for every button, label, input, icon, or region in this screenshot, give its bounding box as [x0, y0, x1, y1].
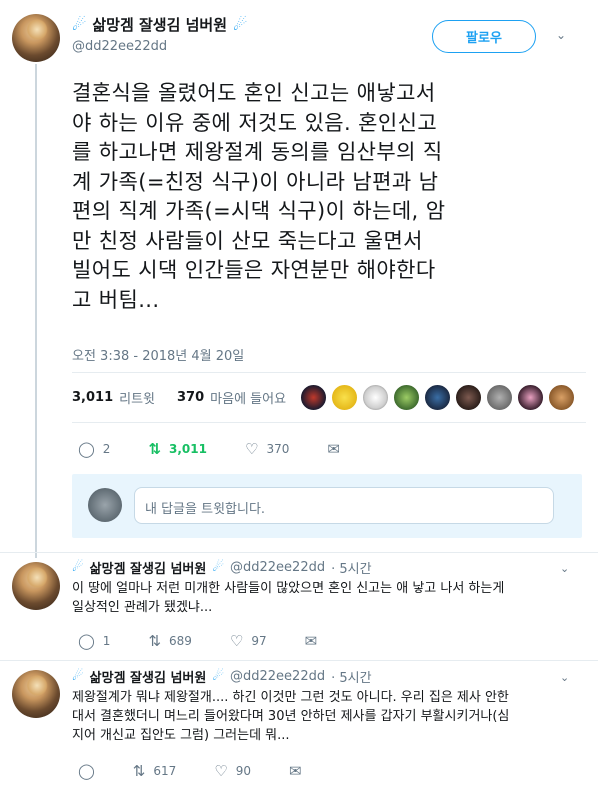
follow-button[interactable]: 팔로우 [432, 20, 536, 53]
chevron-down-icon[interactable]: ⌄ [560, 671, 569, 684]
reply-header: ☄ 삶망겜 잘생김 넘버원 ☄ @dd22ee22dd · 5시간 [72, 667, 372, 686]
liker-avatars [300, 384, 575, 411]
thread-line [35, 64, 37, 558]
heart-icon: ♡ [229, 632, 244, 650]
liker-avatar[interactable] [517, 384, 544, 411]
message-action[interactable]: ✉ [305, 632, 318, 650]
reply-actions: ◯ ⇅ 617 ♡ 90 ✉ [78, 762, 340, 780]
liker-avatar[interactable] [424, 384, 451, 411]
like-action[interactable]: ♡ 97 [230, 632, 267, 650]
liker-avatar[interactable] [486, 384, 513, 411]
envelope-icon: ✉ [327, 440, 340, 458]
feather-icon: ☄ [212, 669, 225, 684]
tweet-timestamp[interactable]: 오전 3:38 - 2018년 4월 20일 [72, 345, 244, 364]
liker-avatar[interactable] [300, 384, 327, 411]
retweet-action[interactable]: ⇅ 689 [148, 632, 191, 650]
envelope-icon: ✉ [304, 632, 318, 650]
reply-action[interactable]: ◯ 1 [78, 632, 110, 650]
retweet-count[interactable]: 3,011 [72, 390, 113, 405]
chevron-down-icon[interactable]: ⌄ [560, 562, 569, 575]
liker-avatar[interactable] [362, 384, 389, 411]
reply-author-handle[interactable]: @dd22ee22dd [230, 669, 325, 684]
reply-composer: 내 답글을 트윗합니다. [72, 474, 582, 538]
reply-actions: ◯ 1 ⇅ 689 ♡ 97 ✉ [78, 632, 355, 650]
reply-action[interactable]: ◯ 2 [78, 440, 110, 458]
tweet-text: 결혼식을 올렸어도 혼인 신고는 애낳고서 야 하는 이유 중에 저것도 있음.… [72, 81, 446, 312]
like-action[interactable]: ♡ 370 [245, 440, 289, 458]
divider [0, 660, 598, 661]
feather-icon: ☄ [212, 560, 225, 575]
retweet-icon: ⇅ [148, 440, 162, 458]
reply-avatar[interactable] [12, 562, 60, 610]
reply-text: 제왕절계가 뭐냐 제왕절개.... 하긴 이것만 그런 것도 아니다. 우리 집… [72, 690, 510, 743]
reply-icon: ◯ [78, 632, 95, 650]
reply-text: 이 땅에 얼마나 저런 미개한 사람들이 많았으면 혼인 신고는 애 낳고 나서… [72, 581, 505, 615]
liker-avatar[interactable] [455, 384, 482, 411]
divider [72, 422, 586, 423]
divider [0, 552, 598, 553]
reply-avatar[interactable] [12, 670, 60, 718]
retweet-action[interactable]: ⇅ 617 [133, 762, 176, 780]
feather-icon: ☄ [72, 669, 84, 684]
reply-action[interactable]: ◯ [78, 762, 95, 780]
retweet-icon: ⇅ [148, 632, 162, 650]
reply-input[interactable]: 내 답글을 트윗합니다. [134, 487, 554, 524]
reply-count: 2 [102, 442, 111, 456]
author-name[interactable]: 삶망겜 잘생김 넘버원 [92, 14, 227, 35]
reply-count: 1 [102, 634, 111, 648]
reply-time[interactable]: · 5시간 [331, 558, 371, 577]
like-label[interactable]: 마음에 들어요 [210, 388, 286, 407]
retweet-label[interactable]: 리트윗 [119, 388, 155, 407]
feather-icon: ☄ [233, 15, 248, 34]
like-count: 97 [251, 634, 267, 648]
feather-icon: ☄ [72, 560, 84, 575]
heart-icon: ♡ [214, 762, 228, 780]
heart-icon: ♡ [244, 440, 259, 458]
author-line: ☄ 삶망겜 잘생김 넘버원 ☄ [72, 14, 247, 35]
like-action[interactable]: ♡ 90 [214, 762, 251, 780]
reply-author-name[interactable]: 삶망겜 잘생김 넘버원 [90, 558, 207, 577]
retweet-count: 617 [153, 764, 177, 778]
message-action[interactable]: ✉ [327, 440, 340, 458]
user-avatar [88, 488, 122, 522]
tweet-actions: ◯ 2 ⇅ 3,011 ♡ 370 ✉ [78, 440, 378, 458]
feather-icon: ☄ [72, 15, 87, 34]
author-avatar[interactable] [12, 14, 60, 62]
tweet-stats: 3,011 리트윗 370 마음에 들어요 [72, 388, 286, 407]
message-action[interactable]: ✉ [289, 762, 302, 780]
reply-author-handle[interactable]: @dd22ee22dd [230, 560, 325, 575]
divider [72, 372, 586, 373]
reply-time[interactable]: · 5시간 [331, 667, 371, 686]
chevron-down-icon[interactable]: ⌄ [556, 28, 566, 42]
author-handle[interactable]: @dd22ee22dd [72, 39, 167, 54]
reply-author-name[interactable]: 삶망겜 잘생김 넘버원 [90, 667, 207, 686]
reply-icon: ◯ [78, 762, 95, 780]
liker-avatar[interactable] [548, 384, 575, 411]
liker-avatar[interactable] [393, 384, 420, 411]
retweet-action-count: 3,011 [169, 442, 207, 456]
like-count: 90 [235, 764, 252, 778]
like-count[interactable]: 370 [177, 390, 204, 405]
retweet-count: 689 [169, 634, 192, 648]
reply-header: ☄ 삶망겜 잘생김 넘버원 ☄ @dd22ee22dd · 5시간 [72, 558, 372, 577]
retweet-action[interactable]: ⇅ 3,011 [148, 440, 207, 458]
retweet-icon: ⇅ [132, 762, 146, 780]
envelope-icon: ✉ [289, 762, 302, 780]
like-action-count: 370 [266, 442, 290, 456]
liker-avatar[interactable] [331, 384, 358, 411]
reply-icon: ◯ [78, 440, 95, 458]
